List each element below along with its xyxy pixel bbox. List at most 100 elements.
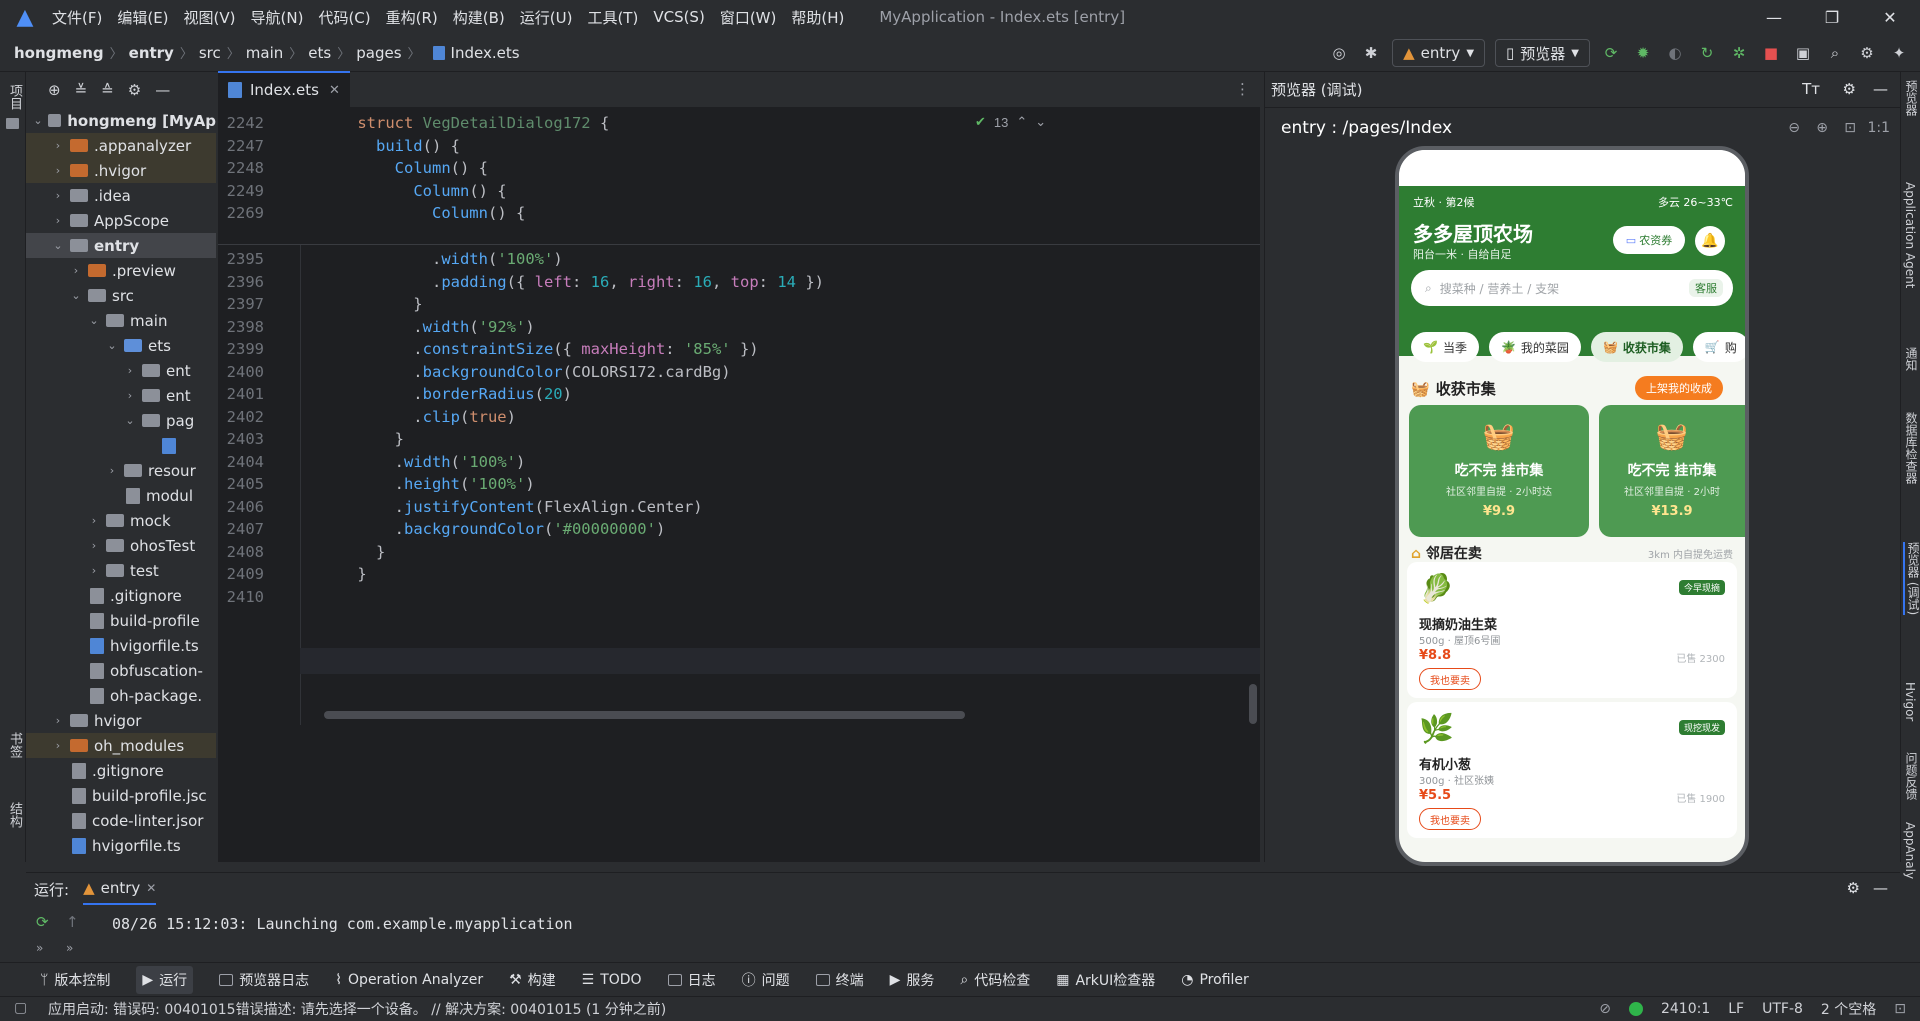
breadcrumb-item[interactable]: ets (308, 44, 331, 62)
hide-icon[interactable]: — (155, 81, 170, 99)
tool-previewer-debug[interactable]: 预览器 (调试) (1903, 542, 1920, 616)
tool-services[interactable]: ▶ 服务 (890, 970, 935, 990)
chevron-right-icon[interactable]: › (50, 164, 66, 177)
menu-build[interactable]: 构建(B) (453, 7, 505, 28)
code-line[interactable] (264, 588, 357, 606)
breadcrumb-item[interactable]: hongmeng (14, 44, 104, 62)
tool-version-control[interactable]: ᛘ 版本控制 (40, 970, 110, 990)
bell-icon[interactable]: 🔔 (1695, 226, 1725, 256)
market-card[interactable]: 🧺 吃不完 挂市集 社区邻里自提 · 2小时 ¥13.9 (1599, 405, 1745, 537)
chevron-down-icon[interactable]: ⌄ (68, 289, 84, 302)
breadcrumb-item[interactable]: Index.ets (451, 44, 520, 62)
menu-tools[interactable]: 工具(T) (587, 7, 638, 28)
tool-build[interactable]: ⚒ 构建 (509, 970, 556, 990)
tool-run[interactable]: ▶ 运行 (136, 965, 194, 994)
expand-all-icon[interactable]: ≚ (75, 81, 88, 99)
menu-file[interactable]: 文件(F) (52, 7, 102, 28)
tool-profiler[interactable]: ◔ Profiler (1181, 972, 1249, 988)
service-button[interactable]: 客服 (1689, 279, 1723, 297)
list-harvest-button[interactable]: 上架我的收成 (1635, 376, 1723, 400)
tree-node[interactable]: hvigorfile.ts (26, 833, 216, 858)
zoom-one-to-one[interactable]: 1:1 (1867, 120, 1890, 136)
tree-node[interactable]: › .preview (26, 258, 216, 283)
tool-arkui-inspector[interactable]: ▦ ArkUI检查器 (1056, 970, 1155, 990)
listing-card[interactable]: 🌿 现挖现发 有机小葱 300g · 社区张姨 ¥5.5 已售 1900 我也要… (1407, 702, 1737, 838)
tool-previewer-log[interactable]: 预览器日志 (219, 970, 309, 990)
locate-icon[interactable]: ⊕ (48, 81, 61, 99)
tool-log[interactable]: 日志 (667, 970, 716, 990)
code-line[interactable]: .backgroundColor('#00000000') (264, 520, 666, 538)
tree-node[interactable]: › resour (26, 458, 216, 483)
project-tool-button[interactable]: 项目 (5, 84, 24, 110)
tree-node[interactable]: › ohosTest (26, 533, 216, 558)
code-line[interactable]: .constraintSize({ maxHeight: '85%' }) (264, 340, 758, 358)
breadcrumb-item[interactable]: main (246, 44, 283, 62)
category-tab[interactable]: 🪴 我的菜园 (1488, 332, 1581, 362)
stop-icon[interactable]: ■ (1760, 42, 1782, 64)
chevron-right-icon[interactable]: › (86, 539, 102, 552)
menu-navigate[interactable]: 导航(N) (251, 7, 304, 28)
code-line[interactable]: .padding({ left: 16, right: 16, top: 14 … (264, 273, 824, 291)
tree-node[interactable]: › ent (26, 383, 216, 408)
tool-todo[interactable]: ☰ TODO (582, 972, 642, 988)
breadcrumb-item[interactable]: pages (356, 44, 401, 62)
chevron-down-icon[interactable]: ⌄ (32, 114, 44, 127)
tool-operation-analyzer[interactable]: ⌇ Operation Analyzer (335, 972, 483, 988)
chevron-down-icon[interactable]: ⌄ (122, 414, 138, 427)
code-line[interactable]: .width('100%') (264, 453, 526, 471)
fit-screen-icon[interactable]: ⊡ (1844, 120, 1856, 136)
tree-node[interactable]: › ent (26, 358, 216, 383)
zoom-in-icon[interactable]: ⊕ (1816, 120, 1828, 136)
tool-terminal[interactable]: 终端 (815, 970, 864, 990)
sticky-code-line[interactable]: Column() { (264, 204, 525, 222)
previewer-settings-icon[interactable]: ⚙ (1843, 80, 1856, 98)
tree-node[interactable]: modul (26, 483, 216, 508)
tree-node[interactable]: build-profile (26, 608, 216, 633)
run-settings-icon[interactable]: ⚙ (1847, 879, 1860, 897)
vertical-scrollbar[interactable] (1249, 684, 1257, 724)
tree-node[interactable]: .gitignore (26, 758, 216, 783)
restore-icon[interactable]: ❐ (1803, 0, 1861, 34)
run-tab-entry[interactable]: ▲ entry ✕ (83, 873, 157, 905)
bookmarks-tool-button[interactable]: 书签 (5, 732, 24, 758)
menu-run[interactable]: 运行(U) (520, 7, 573, 28)
menu-view[interactable]: 视图(V) (184, 7, 236, 28)
code-line[interactable]: } (264, 543, 385, 561)
run-hide-icon[interactable]: — (1873, 879, 1888, 897)
menu-window[interactable]: 窗口(W) (720, 7, 777, 28)
menu-code[interactable]: 代码(C) (318, 7, 370, 28)
rerun-icon[interactable]: ⟳ (1600, 42, 1622, 64)
chevron-right-icon[interactable]: › (50, 189, 66, 202)
device-dropdown[interactable]: ▯ 预览器 ▼ (1495, 39, 1590, 67)
profile-icon[interactable]: ✲ (1728, 42, 1750, 64)
inspection-widget[interactable]: ✔ 13 ⌃ ⌄ (975, 114, 1046, 130)
tree-node[interactable]: ⌄ ets (26, 333, 216, 358)
chevron-right-icon[interactable]: › (50, 714, 66, 727)
device-manager-icon[interactable]: ▣ (1792, 42, 1814, 64)
tab-close-icon[interactable]: ✕ (329, 83, 340, 98)
apply-changes-icon[interactable]: ↻ (1696, 42, 1718, 64)
chevron-right-icon[interactable]: › (68, 264, 84, 277)
run-tab-close-icon[interactable]: ✕ (146, 881, 156, 895)
chevron-right-icon[interactable]: › (122, 389, 138, 402)
code-line[interactable]: .width('100%') (264, 250, 563, 268)
tree-node[interactable]: › oh_modules (26, 733, 216, 758)
menu-refactor[interactable]: 重构(R) (386, 7, 438, 28)
chevron-right-icon[interactable]: › (86, 514, 102, 527)
caret-position[interactable]: 2410:1 (1661, 1001, 1710, 1017)
tree-node[interactable]: obfuscation- (26, 658, 216, 683)
tool-database-inspector[interactable]: 数据库检查器 (1903, 412, 1920, 484)
category-tab[interactable]: 🛒 购 (1692, 332, 1745, 362)
structure-tool-button[interactable]: 结构 (5, 802, 24, 828)
previewer-hide-icon[interactable]: — (1873, 80, 1888, 98)
lock-icon[interactable]: ⊡ (1894, 1001, 1906, 1017)
code-line[interactable]: } (264, 295, 422, 313)
tool-feedback[interactable]: 问题反馈 (1903, 752, 1920, 800)
status-ok-icon[interactable] (1628, 1002, 1643, 1016)
coupon-button[interactable]: ▭ 农资券 (1613, 226, 1685, 254)
menu-edit[interactable]: 编辑(E) (117, 7, 168, 28)
font-size-icon[interactable]: Tт (1802, 80, 1820, 98)
line-separator[interactable]: LF (1728, 1001, 1744, 1017)
status-message[interactable]: 应用启动: 错误码: 00401015错误描述: 请先选择一个设备。 // 解决… (48, 999, 666, 1019)
collapse-all-icon[interactable]: ≙ (101, 81, 114, 99)
